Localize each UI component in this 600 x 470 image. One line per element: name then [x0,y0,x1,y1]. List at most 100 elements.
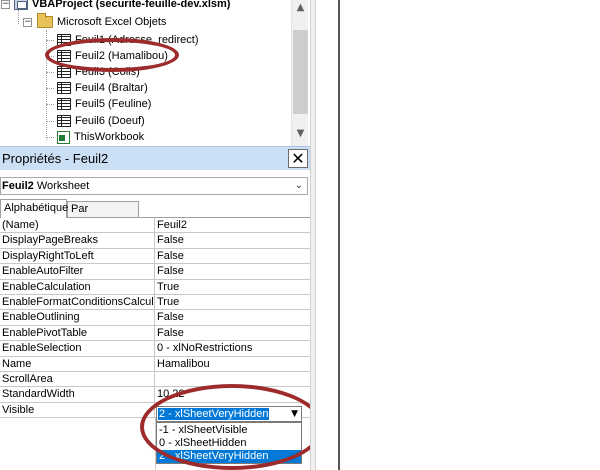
close-button[interactable]: ✕ [288,149,308,168]
property-row[interactable]: (Name) Feuil2 [0,218,310,234]
code-pane [316,0,600,470]
property-value[interactable]: False [157,233,184,247]
tab-par-categorie[interactable]: Par catégorie [67,201,139,229]
sheet-icon [57,82,71,94]
tab-alphabetique[interactable]: Alphabétique [0,199,68,218]
property-row[interactable]: StandardWidth 10,22 [0,387,310,403]
tree-item-feuil2[interactable]: Feuil2 (Hamalibou) [57,48,168,64]
close-icon: ✕ [291,149,305,168]
property-name: EnableFormatConditionsCalculation [2,295,155,310]
properties-titlebar: Propriétés - Feuil2 ✕ [0,146,310,170]
pane-border [338,0,340,470]
property-row[interactable]: EnablePivotTable False [0,325,310,342]
object-name: Feuil2 [2,180,34,192]
collapse-project-toggle[interactable]: − [1,0,10,9]
property-name: StandardWidth [0,387,155,402]
tree-connector [46,72,54,73]
chevron-down-icon[interactable]: ▼ [291,407,298,421]
scroll-up-icon[interactable]: ▲ [292,0,309,16]
property-value[interactable]: False [157,264,184,278]
visible-options-list: -1 - xlSheetVisible 0 - xlSheetHidden 2 … [156,422,302,464]
tree-item-label: Feuil6 (Doeuf) [75,115,145,127]
property-name: EnableCalculation [0,279,155,294]
property-value[interactable]: False [157,310,184,324]
vba-project-icon [14,0,28,10]
tree-item-folder[interactable]: Microsoft Excel Objets [37,13,167,30]
property-name: ScrollArea [0,372,155,387]
folder-icon [37,13,53,28]
vba-editor-window: − VBAProject (securite-feuille-dev.xlsm)… [0,0,600,470]
object-type: Worksheet [36,180,90,192]
visible-selected-value: 2 - xlSheetVeryHidden [158,408,270,420]
chevron-down-icon: ⌄ [294,180,303,191]
tree-connector [18,10,19,24]
property-row[interactable]: EnableFormatConditionsCalculation True [0,295,310,311]
tree-item-project[interactable]: VBAProject (securite-feuille-dev.xlsm) [14,0,230,12]
property-name: EnableSelection [0,341,155,356]
property-name: EnableAutoFilter [0,264,155,279]
sheet-icon [57,34,71,46]
tree-scrollbar[interactable]: ▲ ▼ [291,0,308,146]
property-name: Visible [0,402,155,418]
sheet-icon [57,50,71,62]
property-value[interactable]: True [157,295,179,309]
collapse-folder-toggle[interactable]: − [23,18,32,27]
property-name: EnableOutlining [0,310,155,325]
tree-item-feuil6[interactable]: Feuil6 (Doeuf) [57,113,145,129]
sheet-icon [57,66,71,78]
property-name: EnablePivotTable [0,325,155,341]
tree-item-label: Microsoft Excel Objets [57,16,167,28]
property-name: DisplayRightToLeft [0,248,155,264]
tree-item-feuil5[interactable]: Feuil5 (Feuline) [57,96,151,112]
property-name: (Name) [0,218,155,233]
properties-tabs: Alphabétique Par catégorie [0,199,310,229]
tree-connector [46,30,47,140]
tree-item-label: Feuil1 (Adresse_redirect) [75,34,199,46]
property-value[interactable]: False [157,326,184,340]
project-explorer: − VBAProject (securite-feuille-dev.xlsm)… [0,0,310,146]
property-value[interactable]: Feuil2 [157,218,187,232]
sheet-icon [57,98,71,110]
property-value[interactable]: False [157,249,184,263]
property-name: Name [0,356,155,371]
tree-connector [46,104,54,105]
tree-item-label: Feuil2 (Hamalibou) [75,50,168,62]
option-xlsheethidden[interactable]: 0 - xlSheetHidden [157,437,301,450]
property-value[interactable]: True [157,280,179,294]
tree-connector [46,137,54,138]
scroll-down-icon[interactable]: ▼ [292,126,309,142]
tree-item-feuil3[interactable]: Feuil3 (Colis) [57,64,140,80]
tree-item-thisworkbook[interactable]: ThisWorkbook [57,129,144,145]
property-value[interactable]: 10,22 [157,387,185,401]
tree-item-label: ThisWorkbook [74,131,145,143]
property-value[interactable]: 0 - xlNoRestrictions [157,341,252,355]
tree-item-feuil1[interactable]: Feuil1 (Adresse_redirect) [57,32,199,48]
property-row[interactable]: ScrollArea [0,372,310,388]
tree-connector [46,56,54,57]
tree-connector [46,88,54,89]
property-row[interactable]: DisplayRightToLeft False [0,248,310,265]
object-selector[interactable]: Feuil2 Worksheet ⌄ [0,177,308,195]
sheet-icon [57,115,71,127]
tree-item-label: Feuil5 (Feuline) [75,98,152,110]
tree-item-feuil4[interactable]: Feuil4 (Braltar) [57,80,148,96]
visible-dropdown[interactable]: 2 - xlSheetVeryHidden ▼ [156,406,302,422]
property-name: DisplayPageBreaks [0,233,155,248]
workbook-icon [57,130,70,144]
property-value[interactable]: Hamalibou [157,357,210,371]
option-xlsheetvisible[interactable]: -1 - xlSheetVisible [157,424,301,437]
property-row[interactable]: EnableOutlining False [0,310,310,326]
property-row[interactable]: EnableAutoFilter False [0,264,310,280]
option-xlsheetveryhidden[interactable]: 2 - xlSheetVeryHidden [157,450,301,463]
tree-item-label: Feuil3 (Colis) [75,66,140,78]
property-row[interactable]: EnableCalculation True [0,279,310,295]
tree-connector [46,121,54,122]
property-row[interactable]: EnableSelection 0 - xlNoRestrictions [0,341,310,357]
property-row[interactable]: DisplayPageBreaks False [0,233,310,249]
scrollbar-thumb[interactable] [293,30,308,114]
tree-item-label: Feuil4 (Braltar) [75,82,148,94]
tree-item-label: VBAProject (securite-feuille-dev.xlsm) [32,0,231,10]
properties-title: Propriétés - Feuil2 [2,151,109,166]
tree-connector [46,40,54,41]
property-row[interactable]: Name Hamalibou [0,356,310,372]
